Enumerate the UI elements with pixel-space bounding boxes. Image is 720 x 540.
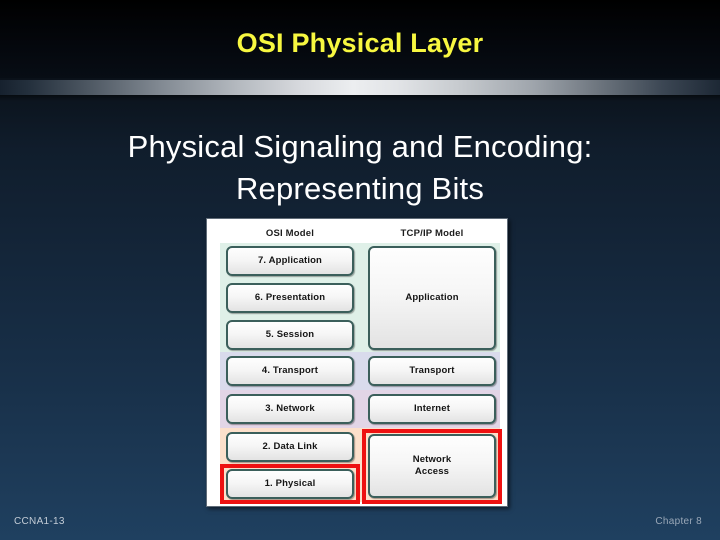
metallic-divider [0, 80, 720, 95]
osi-layer-6-presentation[interactable]: 6. Presentation [226, 283, 354, 313]
osi-layer-5-session[interactable]: 5. Session [226, 320, 354, 350]
divider-shadow [0, 95, 720, 101]
tcpip-transport-label: Transport [409, 365, 455, 376]
headline-line-2: Representing Bits [235, 171, 485, 206]
osi-layer-7-label: 7. Application [257, 255, 323, 266]
tcpip-model-header: TCP/IP Model [400, 228, 464, 239]
osi-layer-5-label: 5. Session [265, 329, 315, 340]
osi-layer-3-label: 3. Network [265, 403, 315, 414]
osi-layer-2-data-link[interactable]: 2. Data Link [226, 432, 354, 462]
osi-layer-4-transport[interactable]: 4. Transport [226, 356, 354, 386]
osi-layer-2-label: 2. Data Link [262, 441, 318, 452]
headline-line-1: Physical Signaling and Encoding: [127, 129, 593, 164]
slide: OSI Physical Layer Physical Signaling an… [0, 0, 720, 540]
page-title: OSI Physical Layer [236, 28, 484, 58]
tcpip-layer-internet[interactable]: Internet [368, 394, 496, 424]
osi-model-header: OSI Model [265, 228, 315, 239]
osi-layer-6-label: 6. Presentation [254, 292, 326, 303]
footer-course-code: CCNA1-13 [14, 516, 65, 527]
osi-layer-3-network[interactable]: 3. Network [226, 394, 354, 424]
highlight-tcpip-network-access [362, 429, 502, 504]
highlight-osi-physical [220, 464, 360, 504]
tcpip-application-label: Application [405, 292, 459, 303]
osi-layer-7-application[interactable]: 7. Application [226, 246, 354, 276]
tcpip-layer-transport[interactable]: Transport [368, 356, 496, 386]
footer-chapter: Chapter 8 [655, 516, 702, 527]
osi-tcpip-diagram: OSI Model TCP/IP Model 7. Application 6.… [206, 218, 508, 507]
tcpip-layer-application[interactable]: Application [368, 246, 496, 350]
osi-layer-4-label: 4. Transport [261, 365, 319, 376]
headline: Physical Signaling and Encoding: Represe… [40, 126, 680, 210]
diagram-canvas: OSI Model TCP/IP Model 7. Application 6.… [212, 223, 504, 504]
tcpip-internet-label: Internet [413, 403, 451, 414]
